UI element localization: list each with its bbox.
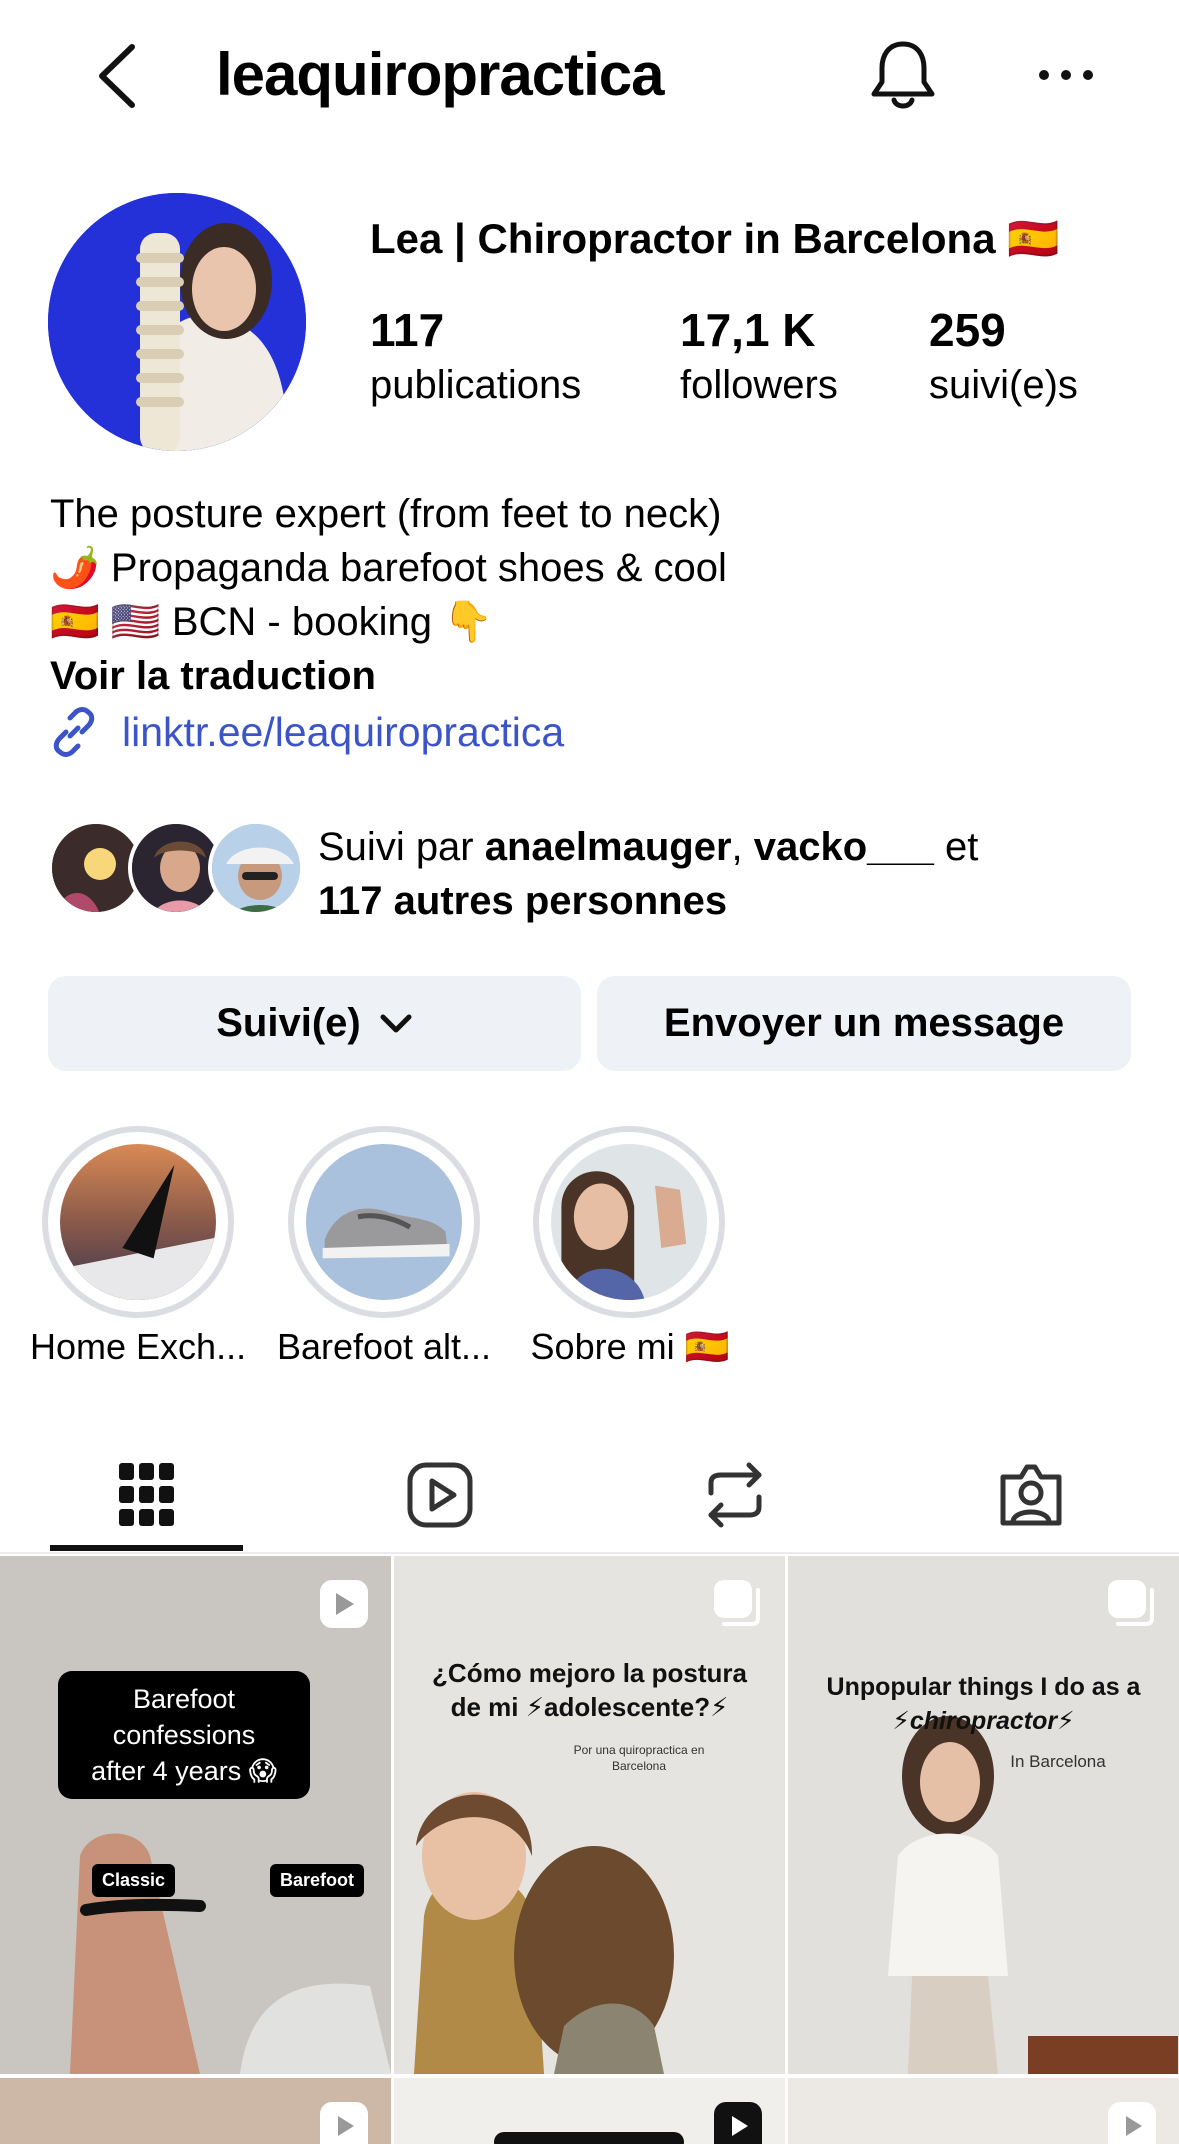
link-icon [53, 707, 95, 757]
profile-tabs [0, 1436, 1179, 1554]
reel-badge [320, 2102, 368, 2144]
carousel-icon [714, 1580, 760, 1626]
followed-separator: , [731, 825, 754, 869]
profile-display-name: Lea | Chiropractor in Barcelona 🇪🇸 [370, 215, 1060, 262]
reposts-icon [708, 1462, 762, 1528]
tagged-icon [1000, 1464, 1062, 1526]
carousel-badge [712, 1578, 762, 1628]
stat-value: 259 [929, 304, 1006, 356]
highlight-barefoot[interactable] [288, 1126, 480, 1318]
post-title-line: ¿Cómo mejoro la postura [432, 1658, 747, 1688]
stat-following[interactable]: 259 suivi(e)s [929, 300, 1078, 410]
followed-suffix: et [933, 825, 979, 869]
followed-others[interactable]: 117 autres personnes [318, 879, 727, 923]
highlight-image [306, 1144, 462, 1300]
post-tile-3[interactable]: Unpopular things I do as a ⚡chiropractor… [788, 1556, 1179, 2074]
reel-badge [714, 2102, 762, 2144]
bio-line: 🇪🇸 🇺🇸 BCN - booking 👇 [50, 600, 493, 644]
following-label: Suivi(e) [216, 1001, 361, 1045]
post-title: ¿Cómo mejoro la postura de mi ⚡adolescen… [404, 1656, 775, 1724]
stat-value: 117 [370, 304, 445, 356]
tab-posts-grid[interactable] [52, 1436, 242, 1554]
play-icon [1126, 2116, 1142, 2136]
tab-reels[interactable] [345, 1436, 535, 1554]
post-tile-4[interactable] [0, 2078, 391, 2144]
message-button[interactable]: Envoyer un message [597, 976, 1131, 1071]
more-horizontal-icon [1039, 70, 1093, 80]
avatar-image [48, 193, 306, 451]
post-tag: Barefoot [270, 1864, 365, 1897]
tab-divider [0, 1552, 1179, 1554]
profile-link[interactable]: linktr.ee/leaquiropractica [48, 706, 564, 758]
highlight-image [551, 1144, 707, 1300]
post-subtitle-line: Barcelona [611, 1759, 667, 1773]
post-title: Unpopular things I do as a ⚡chiropractor… [794, 1670, 1173, 1738]
chevron-left-icon [99, 44, 135, 108]
post-tag: Classic [92, 1864, 176, 1897]
grid-icon [119, 1463, 174, 1526]
follower-username[interactable]: anaelmauger [485, 825, 732, 869]
see-translation-link[interactable]: Voir la traduction [50, 649, 1150, 703]
stat-value: 17,1 K [680, 304, 816, 356]
profile-avatar[interactable] [48, 193, 306, 451]
follower-username[interactable]: vacko___ [754, 825, 934, 869]
post-title-line: de mi ⚡adolescente?⚡ [450, 1692, 729, 1722]
post-title: Barefoot confessions after 4 years 😱 [58, 1671, 310, 1799]
active-tab-indicator [50, 1545, 243, 1551]
profile-username: leaquiropractica [216, 41, 665, 108]
follower-avatar [208, 820, 304, 916]
message-label: Envoyer un message [663, 1001, 1065, 1045]
followed-prefix: Suivi par [318, 825, 485, 869]
more-options-button[interactable] [1036, 50, 1096, 100]
stat-label: suivi(e)s [929, 363, 1078, 407]
highlight-label: Sobre mi 🇪🇸 [530, 1326, 730, 1367]
following-button[interactable]: Suivi(e) [48, 976, 581, 1071]
top-bar: leaquiropractica [0, 0, 1179, 150]
post-title-line: after 4 years 😱 [91, 1756, 277, 1786]
highlight-label: Home Exch... [30, 1326, 247, 1367]
play-icon [336, 1593, 354, 1615]
play-icon [732, 2116, 748, 2136]
post-title-line: Unpopular things I do as a [826, 1673, 1141, 1701]
post-subtitle-line: Por una quiropractica en [573, 1743, 705, 1757]
bio-line: The posture expert (from feet to neck) [50, 492, 722, 536]
stat-label: followers [680, 363, 838, 407]
post-title-line: ⚡chiropractor⚡ [892, 1707, 1075, 1735]
followed-by-section[interactable]: Suivi par anaelmauger, vacko___ et 117 a… [48, 820, 1148, 923]
post-tile-5[interactable] [394, 2078, 785, 2144]
reel-badge [320, 1580, 368, 1628]
highlight-label: Barefoot alt... [276, 1326, 492, 1367]
post-title-line: Barefoot confessions [112, 1684, 256, 1750]
post-subtitle: In Barcelona [1010, 1752, 1106, 1771]
reel-badge [1108, 2102, 1156, 2144]
carousel-icon [1108, 1580, 1154, 1626]
back-button[interactable] [86, 36, 146, 116]
notifications-button[interactable] [866, 36, 940, 116]
post-tile-2[interactable]: ¿Cómo mejoro la postura de mi ⚡adolescen… [394, 1556, 785, 2074]
stat-publications[interactable]: 117 publications [370, 300, 581, 410]
highlight-sobre-mi[interactable] [533, 1126, 725, 1318]
profile-bio: The posture expert (from feet to neck) 🌶… [50, 487, 1150, 703]
post-tile-6[interactable] [788, 2078, 1179, 2144]
post-tile-1[interactable]: Barefoot confessions after 4 years 😱 Cla… [0, 1556, 391, 2074]
stat-followers[interactable]: 17,1 K followers [680, 300, 838, 410]
reels-icon [407, 1462, 473, 1528]
highlight-image [60, 1144, 216, 1300]
link-text: linktr.ee/leaquiropractica [122, 708, 565, 755]
play-icon [338, 2116, 354, 2136]
tab-reposts[interactable] [640, 1436, 830, 1554]
highlight-ring [42, 1126, 234, 1318]
highlight-home-exchange[interactable] [42, 1126, 234, 1318]
bell-icon [871, 41, 935, 109]
stat-label: publications [370, 363, 582, 407]
tab-tagged[interactable] [936, 1436, 1126, 1554]
chevron-down-icon [380, 1014, 412, 1032]
followed-by-text: Suivi par anaelmauger, vacko___ et 117 a… [318, 820, 978, 928]
post-subtitle: Por una quiropractica en Barcelona [544, 1742, 734, 1774]
bio-line: 🌶️ Propaganda barefoot shoes & cool [50, 546, 727, 590]
highlight-ring [533, 1126, 725, 1318]
highlight-ring [288, 1126, 480, 1318]
carousel-badge [1106, 1578, 1156, 1628]
caption-bar [494, 2132, 684, 2144]
